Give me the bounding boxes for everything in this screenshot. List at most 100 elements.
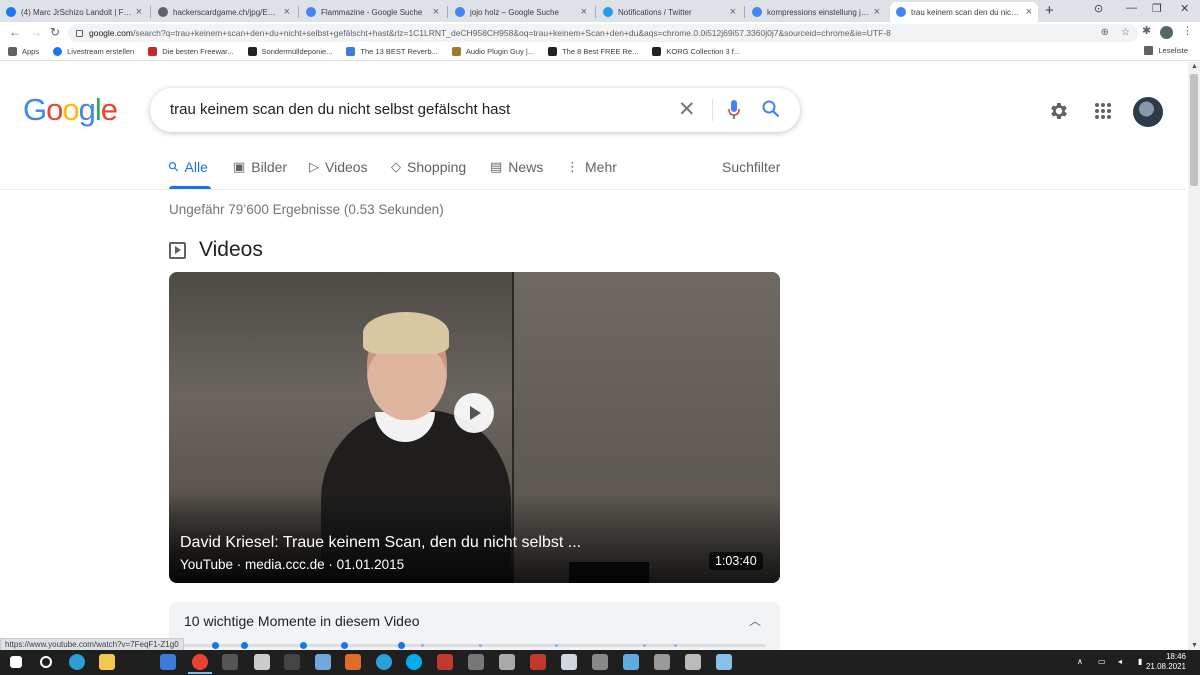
maximize-button[interactable]: ❐ [1152, 2, 1162, 15]
scrollbar-thumb[interactable] [1190, 74, 1198, 186]
browser-tab[interactable]: jojo holz – Google Suche × [449, 2, 593, 22]
bookmark-star-icon[interactable]: ☆ [1121, 27, 1130, 38]
tab-videos[interactable]: ▷ Videos [309, 159, 368, 175]
video-thumbnail[interactable]: David Kriesel: Traue keinem Scan, den du… [169, 272, 780, 583]
bookmark-item[interactable]: KORG Collection 3 f... [652, 47, 740, 56]
moment-marker[interactable] [643, 644, 646, 647]
bookmark-item[interactable]: Audio Plugin Guy |... [451, 47, 534, 56]
account-avatar[interactable] [1133, 97, 1163, 127]
search-icon[interactable] [762, 100, 780, 118]
bookmark-item[interactable]: Die besten Freewar... [148, 47, 234, 56]
skype-icon[interactable] [406, 654, 422, 670]
tab-close-icon[interactable]: × [136, 6, 142, 18]
new-tab-button[interactable]: + [1045, 2, 1054, 19]
chevron-up-icon[interactable]: ︿ [749, 612, 761, 629]
moment-marker[interactable] [479, 644, 482, 647]
media-icon[interactable] [345, 654, 361, 670]
tray-network-icon[interactable]: ▭ [1098, 657, 1106, 666]
google-apps-icon[interactable] [1095, 103, 1111, 119]
tool-icon[interactable] [499, 654, 515, 670]
tab-close-icon[interactable]: × [874, 6, 880, 18]
cloud-icon[interactable] [315, 654, 331, 670]
mail-icon[interactable] [160, 654, 176, 670]
live-icon[interactable] [284, 654, 300, 670]
reload-button[interactable]: ↻ [50, 25, 60, 39]
tray-arrow-icon[interactable]: ∧ [1077, 657, 1083, 666]
extensions-icon[interactable]: ✱ [1142, 24, 1151, 37]
bookmark-item[interactable]: Sondermülldeponie... [247, 47, 332, 56]
settings-taskbar-icon[interactable] [561, 654, 577, 670]
tab-close-icon[interactable]: × [581, 6, 587, 18]
terminal-icon[interactable] [222, 654, 238, 670]
address-bar[interactable]: google.com/search?q=trau+keinem+scan+den… [68, 24, 1138, 42]
search-input[interactable]: trau keinem scan den du nicht selbst gef… [170, 101, 510, 118]
tab-close-icon[interactable]: × [730, 6, 736, 18]
chrome-icon[interactable] [188, 654, 212, 674]
chrome-menu-icon[interactable]: ⋮ [1182, 24, 1193, 37]
browser-tab[interactable]: (4) Marc JrSchizo Landolt | Faceb × [0, 2, 148, 22]
tab-close-icon[interactable]: × [284, 6, 290, 18]
zoom-icon[interactable]: ⊕ [1101, 27, 1109, 38]
app-icon-g[interactable] [685, 654, 701, 670]
app-icon-a[interactable] [437, 654, 453, 670]
bookmark-item[interactable]: Livestream erstellen [53, 47, 134, 56]
close-window-button[interactable]: ✕ [1180, 2, 1189, 15]
edge-icon[interactable] [69, 654, 85, 670]
search-tools-button[interactable]: Suchfilter [722, 159, 780, 175]
tab-close-icon[interactable]: × [433, 6, 439, 18]
clock[interactable]: 18:46 21.08.2021 [1146, 652, 1186, 672]
app-icon-e[interactable] [623, 654, 639, 670]
tray-volume-icon[interactable]: ◂ [1118, 657, 1122, 666]
start-windows-icon[interactable] [10, 656, 22, 668]
app-icon-c[interactable] [530, 654, 546, 670]
video-title[interactable]: David Kriesel: Traue keinem Scan, den du… [180, 534, 581, 552]
telegram-icon[interactable] [376, 654, 392, 670]
tray-lang-icon[interactable]: ▮ [1138, 657, 1142, 666]
reading-list-button[interactable]: Leseliste [1144, 46, 1188, 55]
clear-search-icon[interactable]: ✕ [678, 97, 696, 122]
moment-marker[interactable] [398, 642, 405, 649]
forward-button[interactable]: → [30, 25, 42, 39]
key-moments-panel[interactable]: 10 wichtige Momente in diesem Video ︿ [169, 602, 780, 650]
tab-search-icon[interactable]: ⊙ [1094, 2, 1103, 15]
browser-tab[interactable]: Notifications / Twitter × [597, 2, 742, 22]
minimize-button[interactable]: — [1126, 2, 1137, 14]
inkscape-icon[interactable] [254, 654, 270, 670]
browser-tab[interactable]: Flammazine - Google Suche × [300, 2, 445, 22]
tab-alle[interactable]: ⚲ Alle [165, 158, 208, 175]
bookmark-item[interactable]: Apps [8, 47, 39, 56]
tab-mehr[interactable]: ⋮ Mehr [566, 159, 617, 175]
search-box[interactable]: trau keinem scan den du nicht selbst gef… [150, 88, 800, 132]
bookmark-item[interactable]: The 8 Best FREE Re... [548, 47, 638, 56]
tab-close-icon[interactable]: × [1026, 6, 1032, 18]
back-button[interactable]: ← [9, 25, 21, 39]
tab-shopping[interactable]: ◇ Shopping [391, 159, 466, 175]
scroll-up-icon[interactable]: ▲ [1191, 63, 1198, 70]
app-icon-b[interactable] [468, 654, 484, 670]
moment-marker[interactable] [341, 642, 348, 649]
play-button-icon[interactable] [454, 393, 494, 433]
microphone-icon[interactable] [728, 100, 740, 120]
google-logo[interactable]: Google [23, 92, 118, 128]
moment-marker[interactable] [241, 642, 248, 649]
tab-bilder[interactable]: ▣ Bilder [233, 159, 287, 175]
moment-marker[interactable] [212, 642, 219, 649]
file-explorer-icon[interactable] [99, 654, 115, 670]
browser-tab[interactable]: trau keinem scan den du nicht se × [890, 2, 1038, 22]
app-icon-h[interactable] [716, 654, 732, 670]
app-icon-d[interactable] [592, 654, 608, 670]
moment-marker[interactable] [300, 642, 307, 649]
scroll-down-icon[interactable]: ▼ [1191, 642, 1198, 649]
bookmark-item[interactable]: The 13 BEST Reverb... [346, 47, 438, 56]
browser-tab[interactable]: kompressions einstellung jpg en × [746, 2, 886, 22]
moment-marker[interactable] [421, 644, 424, 647]
tab-news[interactable]: ▤ News [490, 159, 543, 175]
browser-tab[interactable]: hackerscardgame.ch/jpg/EN/#a × [152, 2, 296, 22]
moment-marker[interactable] [674, 644, 677, 647]
profile-avatar-small[interactable] [1160, 26, 1173, 39]
search-taskbar-icon[interactable] [40, 656, 52, 668]
settings-gear-icon[interactable] [1048, 100, 1070, 122]
moment-marker[interactable] [555, 644, 558, 647]
page-scrollbar[interactable]: ▲ ▼ [1188, 62, 1200, 650]
app-icon-f[interactable] [654, 654, 670, 670]
